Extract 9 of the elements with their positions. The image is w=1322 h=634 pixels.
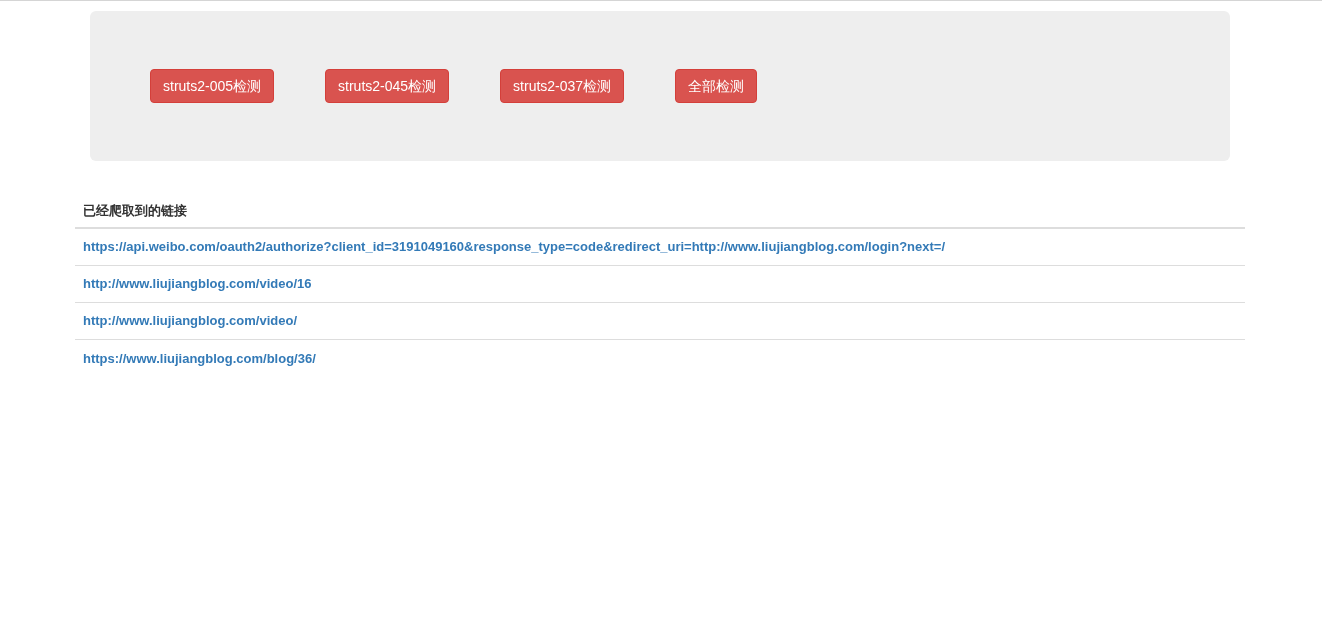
check-button[interactable]: struts2-037检测 <box>500 69 625 103</box>
check-button[interactable]: struts2-005检测 <box>150 69 275 103</box>
crawled-link[interactable]: http://www.liujiangblog.com/video/16 <box>83 274 312 294</box>
crawled-link[interactable]: https://api.weibo.com/oauth2/authorize?client_id=3191049160&response_type=code&redirect_uri=http://www.liujiangblog.com/login?next=/ <box>83 237 946 257</box>
table-heading: 已经爬取到的链接 <box>83 202 187 221</box>
crawled-link[interactable]: http://www.liujiangblog.com/video/ <box>83 311 297 331</box>
check-button[interactable]: 全部检测 <box>675 69 758 103</box>
check-button[interactable]: struts2-045检测 <box>325 69 450 103</box>
crawled-link[interactable]: https://www.liujiangblog.com/blog/36/ <box>83 348 316 369</box>
